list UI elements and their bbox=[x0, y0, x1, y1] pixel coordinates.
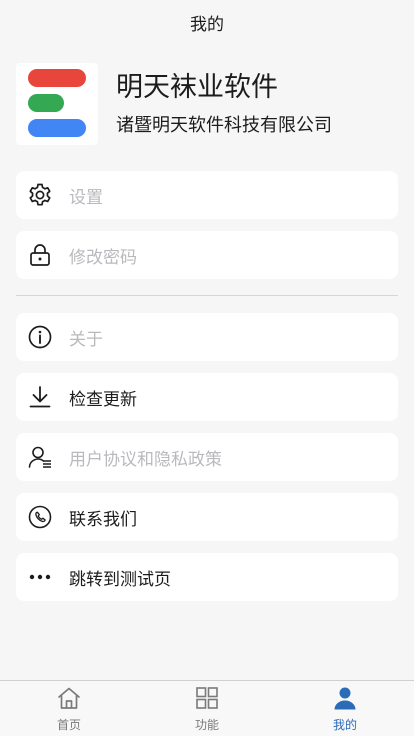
logo-bar-red bbox=[28, 69, 86, 87]
menu-label-about: 关于 bbox=[69, 329, 103, 350]
gear-icon bbox=[27, 182, 53, 208]
user-doc-icon bbox=[27, 444, 53, 470]
company-name: 诸暨明天软件科技有限公司 bbox=[116, 115, 332, 136]
info-icon bbox=[27, 324, 53, 350]
menu-label-contact-us: 联系我们 bbox=[69, 509, 137, 530]
menu-label-user-agreement: 用户协议和隐私政策 bbox=[69, 449, 222, 470]
menu-item-contact-us[interactable]: 联系我们 bbox=[16, 493, 398, 541]
download-icon bbox=[27, 384, 53, 410]
profile-header: 明天袜业软件 诸暨明天软件科技有限公司 bbox=[16, 62, 398, 146]
menu-item-about[interactable]: 关于 bbox=[16, 313, 398, 361]
person-icon bbox=[332, 685, 358, 715]
home-icon bbox=[56, 685, 82, 715]
menu-label-test-page: 跳转到测试页 bbox=[69, 569, 171, 590]
menu-label-change-password: 修改密码 bbox=[69, 247, 137, 268]
logo-bar-blue bbox=[28, 119, 86, 137]
menu-item-user-agreement[interactable]: 用户协议和隐私政策 bbox=[16, 433, 398, 481]
app-logo bbox=[16, 63, 98, 145]
bottom-tab-bar: 首页 功能 我的 bbox=[0, 680, 414, 736]
menu-item-settings[interactable]: 设置 bbox=[16, 171, 398, 219]
menu-item-change-password[interactable]: 修改密码 bbox=[16, 231, 398, 279]
tab-functions[interactable]: 功能 bbox=[138, 681, 276, 736]
tab-home[interactable]: 首页 bbox=[0, 681, 138, 736]
tab-mine-label: 我的 bbox=[332, 718, 357, 732]
lock-icon bbox=[27, 242, 53, 268]
menu-item-test-page[interactable]: 跳转到测试页 bbox=[16, 553, 398, 601]
app-name: 明天袜业软件 bbox=[116, 72, 278, 103]
tab-home-label: 首页 bbox=[56, 718, 81, 732]
menu-label-settings: 设置 bbox=[69, 187, 103, 208]
page-title: 我的 bbox=[190, 14, 224, 35]
profile-text: 明天袜业软件 诸暨明天软件科技有限公司 bbox=[116, 70, 332, 138]
phone-icon bbox=[27, 504, 53, 530]
section-divider bbox=[16, 295, 398, 296]
grid-icon bbox=[194, 685, 220, 715]
logo-bar-green bbox=[28, 94, 64, 112]
tab-mine[interactable]: 我的 bbox=[276, 681, 414, 736]
more-dots-icon bbox=[27, 564, 53, 590]
menu-item-check-update[interactable]: 检查更新 bbox=[16, 373, 398, 421]
tab-functions-label: 功能 bbox=[194, 718, 219, 732]
menu-label-check-update: 检查更新 bbox=[69, 389, 137, 410]
